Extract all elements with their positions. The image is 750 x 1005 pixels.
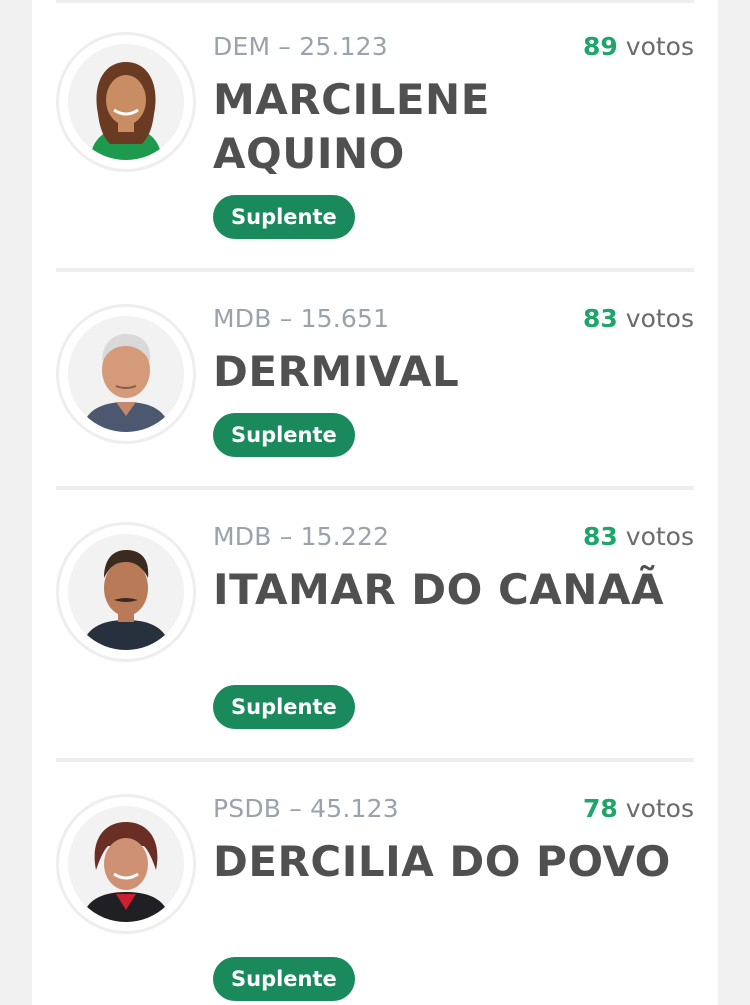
party-number: MDB – 15.651 (213, 304, 390, 333)
status-badge: Suplente (213, 413, 355, 457)
status-badge: Suplente (213, 685, 355, 729)
vote-number: 83 (583, 522, 618, 551)
divider (56, 0, 694, 3)
vote-label: votos (625, 522, 694, 551)
candidate-card[interactable]: MDB – 15.651 83 votos DERMIVAL Suplente (56, 304, 694, 464)
divider (56, 758, 694, 762)
vote-count: 89 votos (583, 32, 694, 61)
status-badge: Suplente (213, 195, 355, 239)
vote-label: votos (625, 794, 694, 823)
party-number: DEM – 25.123 (213, 32, 388, 61)
vote-count: 83 votos (583, 522, 694, 551)
candidate-list: DEM – 25.123 89 votos MARCILENE AQUINO S… (32, 0, 718, 1005)
candidate-name: DERCILIA DO POVO (213, 837, 671, 886)
candidate-card[interactable]: DEM – 25.123 89 votos MARCILENE AQUINO S… (56, 32, 694, 252)
party-number: PSDB – 45.123 (213, 794, 399, 823)
candidate-photo (56, 522, 196, 662)
candidate-photo (56, 32, 196, 172)
vote-label: votos (625, 32, 694, 61)
vote-count: 83 votos (583, 304, 694, 333)
candidate-card[interactable]: PSDB – 45.123 78 votos DERCILIA DO POVO … (56, 794, 694, 1005)
candidate-card[interactable]: MDB – 15.222 83 votos ITAMAR DO CANAÃ Su… (56, 522, 694, 742)
candidate-name: ITAMAR DO CANAÃ (213, 565, 664, 614)
divider (56, 486, 694, 490)
candidate-photo (56, 794, 196, 934)
vote-count: 78 votos (583, 794, 694, 823)
candidate-photo (56, 304, 196, 444)
party-number: MDB – 15.222 (213, 522, 390, 551)
candidate-name: MARCILENE AQUINO (213, 75, 490, 178)
vote-number: 83 (583, 304, 618, 333)
vote-number: 78 (583, 794, 618, 823)
divider (56, 268, 694, 272)
candidate-name: DERMIVAL (213, 347, 460, 396)
vote-number: 89 (583, 32, 618, 61)
vote-label: votos (625, 304, 694, 333)
status-badge: Suplente (213, 957, 355, 1001)
